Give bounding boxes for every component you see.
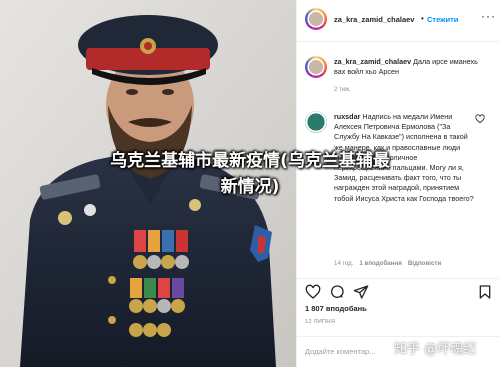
author-avatar[interactable] bbox=[305, 8, 327, 30]
post-date: 12 ЛИПНЯ bbox=[305, 319, 336, 325]
header-separator: • bbox=[421, 14, 424, 23]
comment-icon[interactable] bbox=[329, 284, 345, 300]
comment-age: 14 год. bbox=[334, 260, 354, 267]
follow-button[interactable]: Стежити bbox=[427, 15, 458, 24]
bookmark-icon[interactable] bbox=[477, 284, 493, 300]
comment-heart-icon[interactable] bbox=[475, 114, 485, 124]
headline-line-2: 新情况) bbox=[220, 177, 280, 197]
caption-time: 2 тиж. bbox=[334, 87, 351, 93]
caption-username[interactable]: za_kra_zamid_chalaev bbox=[334, 57, 411, 66]
add-comment-input[interactable]: Додайте коментар... bbox=[305, 347, 375, 356]
comment-likes[interactable]: 1 вподобання bbox=[359, 260, 401, 267]
comment-username[interactable]: ruxsdar bbox=[334, 112, 360, 121]
heart-icon[interactable] bbox=[305, 284, 321, 300]
comment-meta: 14 год. 1 вподобання Відповісти bbox=[334, 260, 441, 267]
caption-avatar[interactable] bbox=[305, 56, 327, 78]
post-actions bbox=[297, 278, 500, 304]
share-icon[interactable] bbox=[353, 284, 369, 300]
post-header: za_kra_zamid_chalaev • Стежити ··· bbox=[297, 0, 500, 42]
watermark: 知乎 @坏魂纪 bbox=[394, 342, 477, 357]
author-username[interactable]: za_kra_zamid_chalaev bbox=[334, 15, 414, 24]
comment-reply-button[interactable]: Відповісти bbox=[408, 260, 441, 267]
likes-count[interactable]: 1 807 вподобань bbox=[305, 304, 367, 313]
caption-text-block: za_kra_zamid_chalaev Дала ирсе иманехь в… bbox=[334, 57, 484, 77]
commenter-avatar[interactable] bbox=[305, 111, 327, 133]
headline-overlay: 乌克兰基辅市最新疫情(乌克兰基辅最 新情况) bbox=[0, 148, 500, 200]
more-options-icon[interactable]: ··· bbox=[481, 9, 496, 23]
headline-line-1: 乌克兰基辅市最新疫情(乌克兰基辅最 bbox=[110, 151, 390, 171]
